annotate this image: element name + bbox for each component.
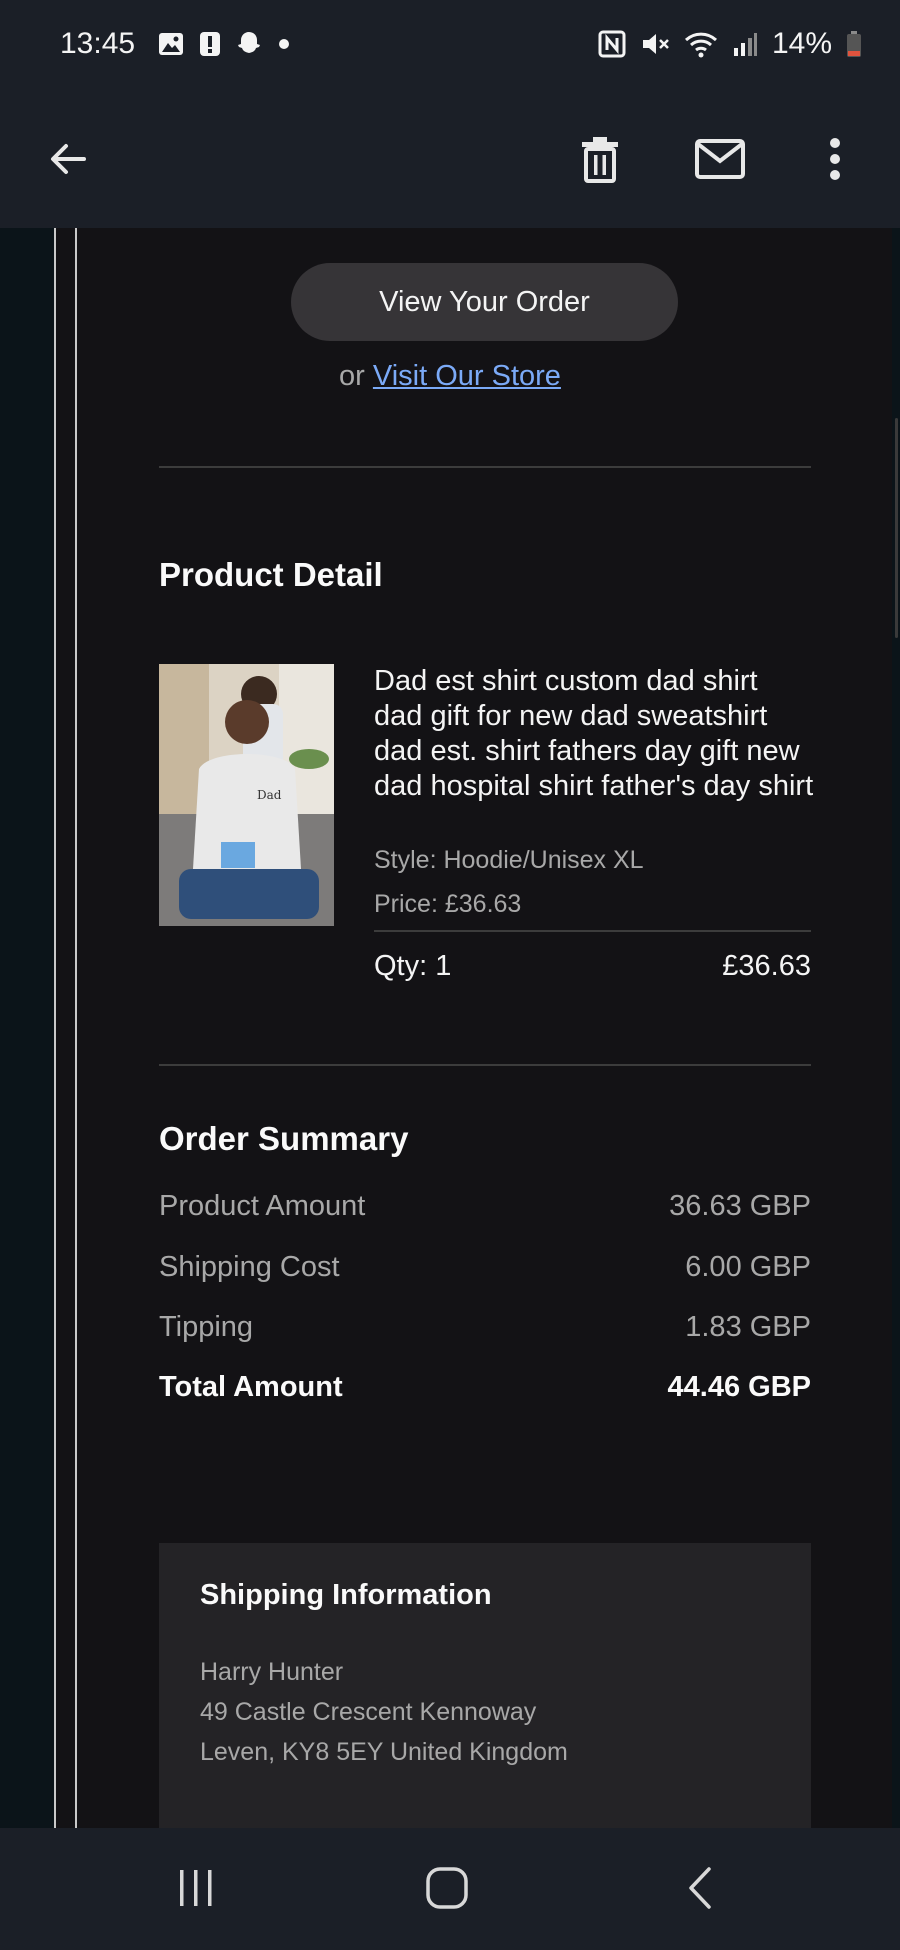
view-order-button[interactable]: View Your Order xyxy=(291,263,678,341)
product-qty: Qty: 1 xyxy=(374,950,452,982)
signal-icon xyxy=(733,33,757,56)
product-detail-title: Product Detail xyxy=(159,556,383,593)
summary-label: Product Amount xyxy=(159,1190,366,1222)
border-line-inner xyxy=(75,228,77,1828)
email-app-bar xyxy=(0,88,900,228)
divider xyxy=(159,1064,811,1066)
status-left-icons xyxy=(157,30,291,58)
delete-button[interactable] xyxy=(565,124,635,194)
snapchat-icon xyxy=(238,32,261,53)
summary-row-tipping: Tipping 1.83 GBP xyxy=(159,1311,811,1344)
arrow-back-icon xyxy=(51,144,86,174)
dot-icon xyxy=(279,39,290,49)
mail-icon xyxy=(695,139,745,179)
svg-text:Dad: Dad xyxy=(257,788,282,802)
home-button[interactable] xyxy=(407,1858,487,1918)
back-button[interactable] xyxy=(33,124,103,194)
or-text: or xyxy=(339,360,365,392)
product-price-line: Price: £36.63 xyxy=(374,890,521,919)
nfc-icon xyxy=(598,30,626,58)
shipping-address-line2: Leven, KY8 5EY United Kingdom xyxy=(200,1738,568,1766)
nav-back-button[interactable] xyxy=(660,1858,740,1918)
product-image[interactable]: Dad xyxy=(159,664,334,926)
shipping-info-box: Shipping Information Harry Hunter 49 Cas… xyxy=(159,1543,811,1828)
recents-icon xyxy=(180,1870,212,1906)
battery-percent: 14% xyxy=(771,27,832,60)
nav-back-icon xyxy=(689,1867,711,1909)
divider xyxy=(159,466,811,468)
visit-store-link[interactable]: Visit Our Store xyxy=(373,360,561,392)
status-time: 13:45 xyxy=(60,27,136,60)
order-summary-title: Order Summary xyxy=(159,1120,409,1157)
alert-icon xyxy=(200,32,221,56)
summary-value: 6.00 GBP xyxy=(685,1251,811,1283)
shipping-address-line1: 49 Castle Crescent Kennoway xyxy=(200,1698,537,1726)
shipping-name: Harry Hunter xyxy=(200,1658,344,1686)
summary-value: 44.46 GBP xyxy=(667,1371,811,1403)
summary-label: Total Amount xyxy=(159,1371,343,1403)
trash-icon xyxy=(582,137,618,183)
price-value: £36.63 xyxy=(444,890,522,918)
email-body[interactable]: View Your Order or Visit Our Store Produ… xyxy=(0,228,900,1828)
product-line-total: £36.63 xyxy=(722,950,811,982)
mark-unread-button[interactable] xyxy=(685,124,755,194)
mute-icon xyxy=(642,34,669,54)
more-options-button[interactable] xyxy=(800,124,870,194)
home-icon xyxy=(426,1867,468,1909)
summary-value: 36.63 GBP xyxy=(669,1190,811,1222)
battery-icon xyxy=(847,31,861,57)
price-label: Price: xyxy=(374,890,438,918)
product-photo: Dad xyxy=(159,664,334,926)
status-bar: 13:45 14% xyxy=(0,0,900,88)
system-nav-bar xyxy=(0,1828,900,1950)
scrollbar[interactable] xyxy=(895,418,898,638)
summary-value: 1.83 GBP xyxy=(685,1311,811,1343)
product-style: Style: Hoodie/Unisex XL xyxy=(374,846,644,874)
wifi-icon xyxy=(684,32,717,58)
summary-row-product-amount: Product Amount 36.63 GBP xyxy=(159,1190,811,1223)
border-line-outer xyxy=(54,228,56,1828)
summary-label: Tipping xyxy=(159,1311,254,1343)
summary-row-total: Total Amount 44.46 GBP xyxy=(159,1371,811,1404)
store-link-line: or Visit Our Store xyxy=(0,360,900,393)
more-vert-icon xyxy=(830,138,840,180)
status-right-icons: 14% xyxy=(598,27,862,61)
summary-label: Shipping Cost xyxy=(159,1251,340,1283)
summary-row-shipping-cost: Shipping Cost 6.00 GBP xyxy=(159,1251,811,1284)
shipping-info-title: Shipping Information xyxy=(200,1579,492,1611)
left-margin xyxy=(0,228,55,1828)
product-name[interactable]: Dad est shirt custom dad shirt dad gift … xyxy=(374,664,814,804)
gallery-icon xyxy=(159,33,184,55)
recents-button[interactable] xyxy=(156,1858,236,1918)
qty-divider xyxy=(374,930,811,932)
